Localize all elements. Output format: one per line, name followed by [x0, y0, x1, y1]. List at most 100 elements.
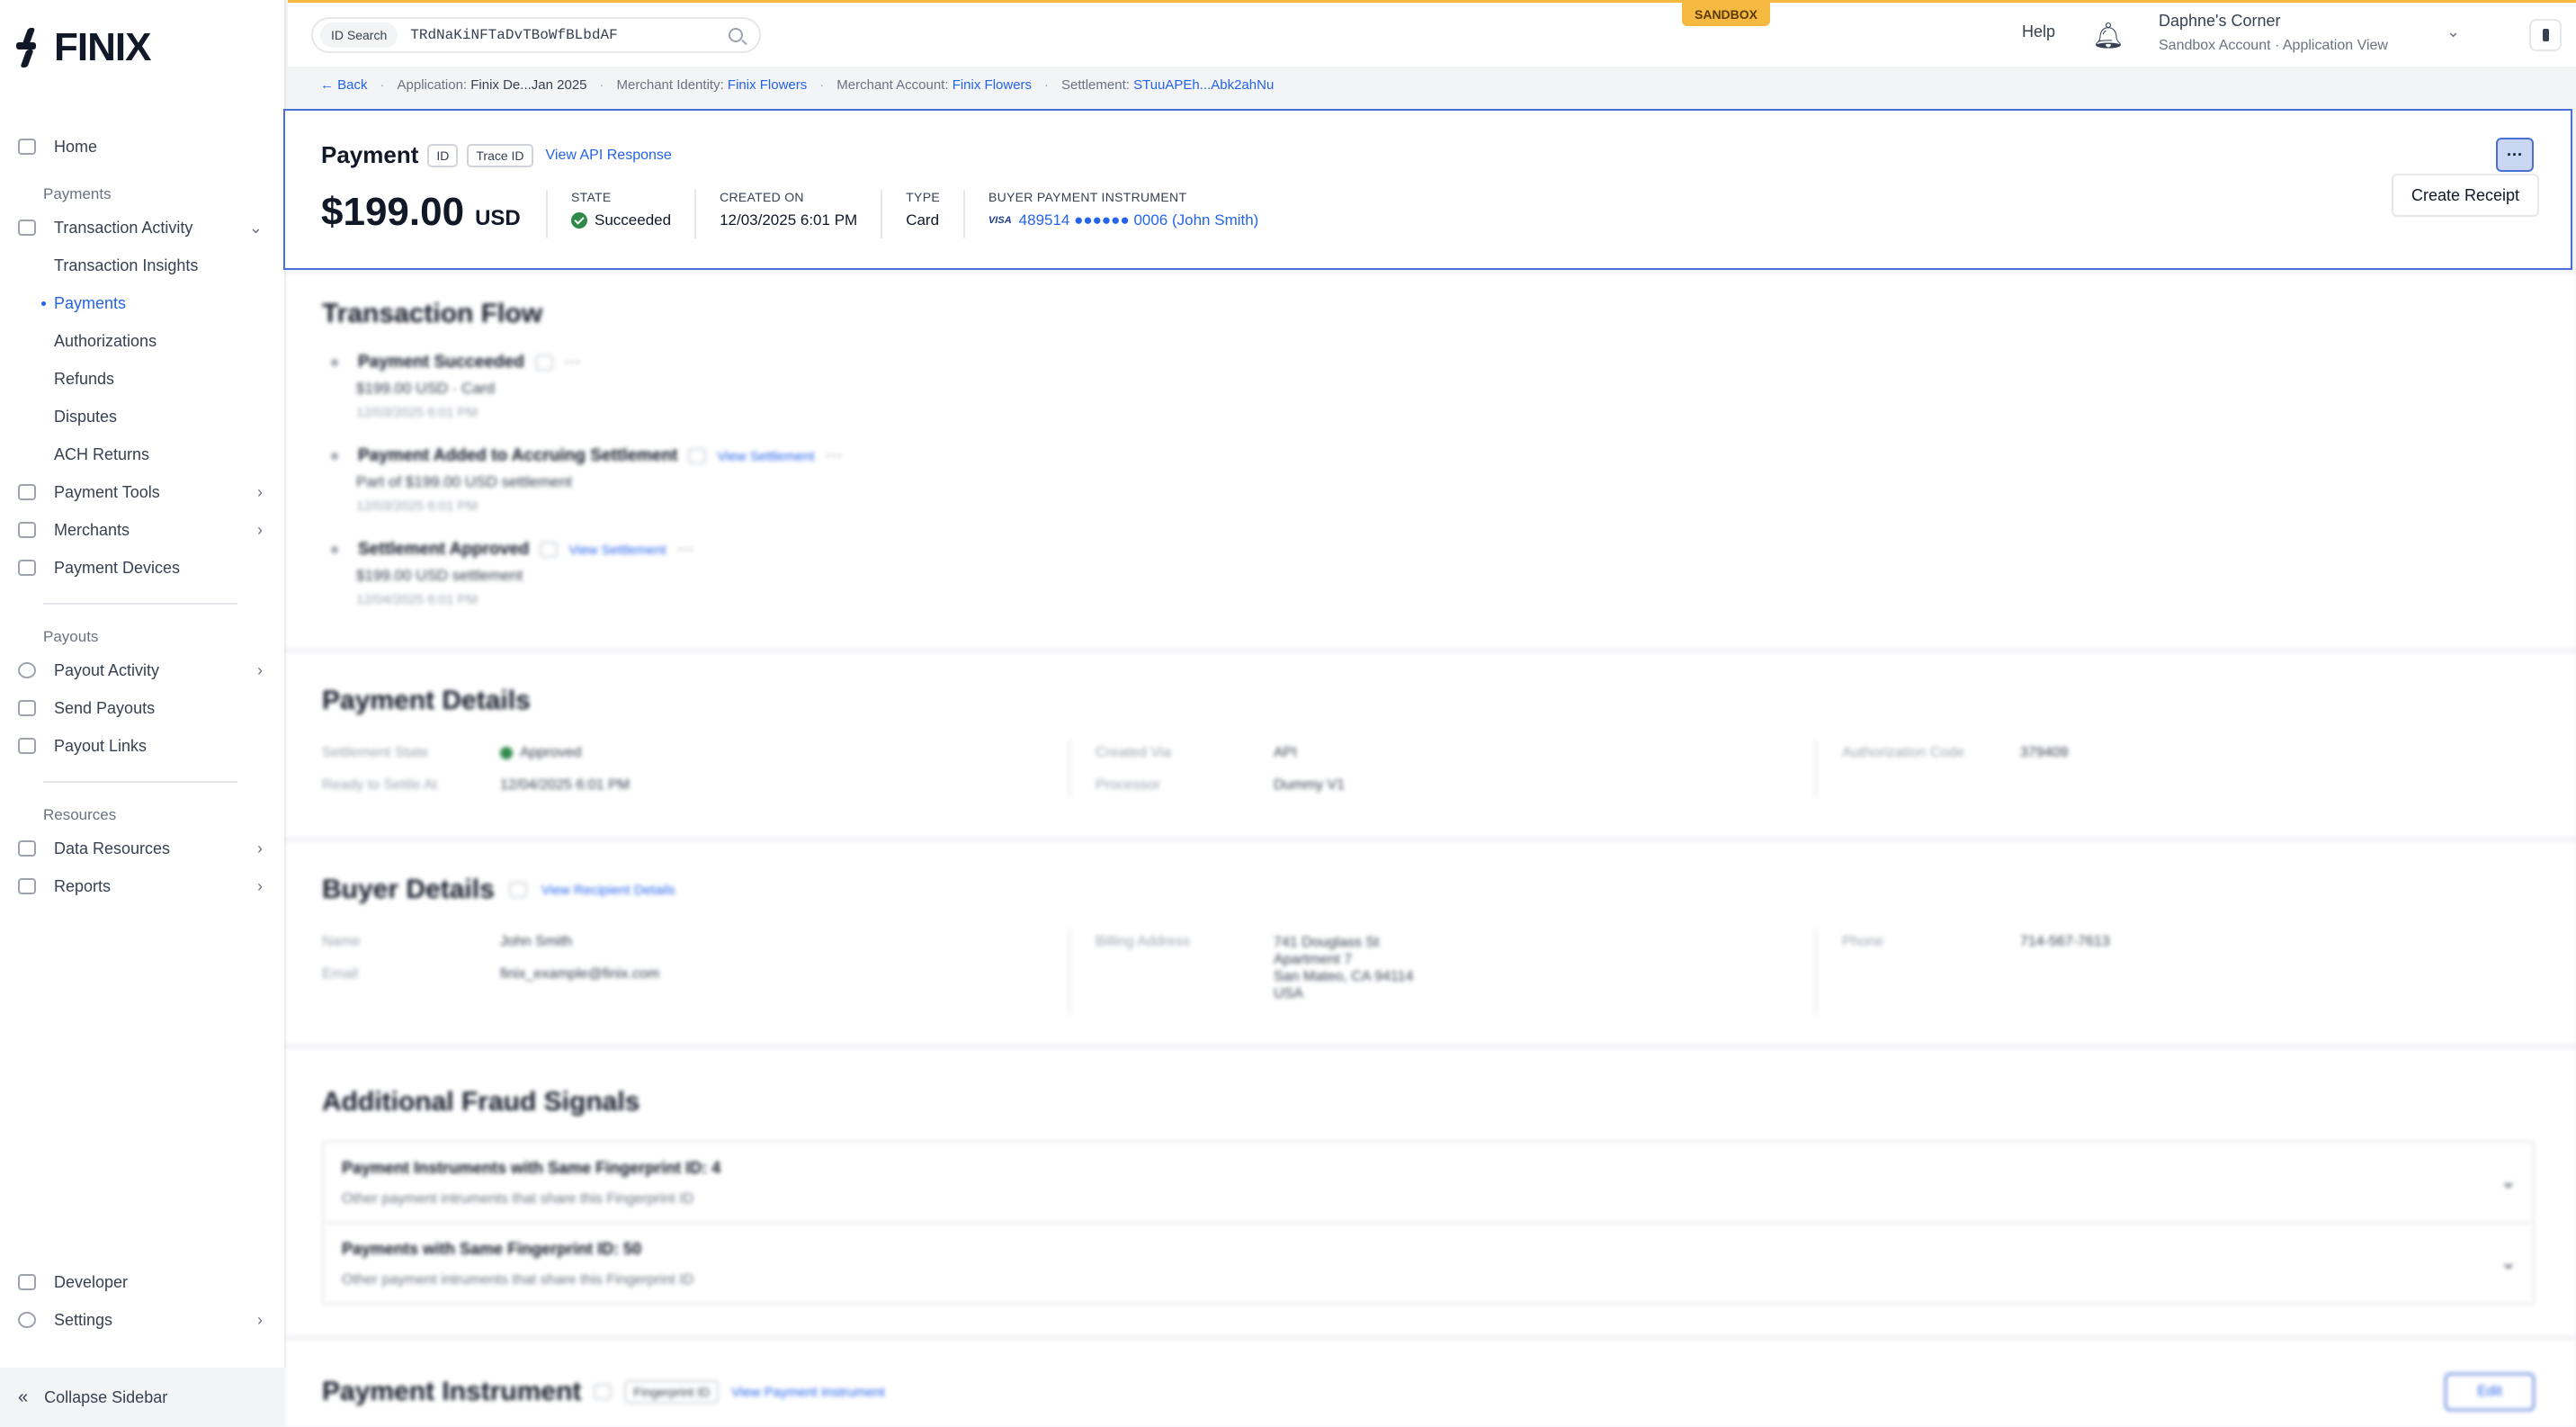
- created-on-value: 12/03/2025 6:01 PM: [720, 211, 858, 229]
- copy-icon[interactable]: [594, 1384, 613, 1400]
- payment-instrument-header: Payment Instrument Fingerprint ID View P…: [322, 1377, 885, 1407]
- search-type-tag[interactable]: ID Search: [320, 22, 398, 48]
- sandbox-badge: SANDBOX: [1682, 3, 1771, 26]
- account-switcher[interactable]: Daphne's Corner Sandbox Account · Applic…: [2159, 12, 2388, 54]
- transaction-flow-section: Transaction Flow Payment Succeeded ··· $…: [286, 274, 2576, 648]
- device-icon: [18, 560, 36, 576]
- created-on-label: CREATED ON: [720, 190, 804, 204]
- flow-step-time: 12/03/2025 6:01 PM: [356, 405, 479, 420]
- view-settlement-link[interactable]: View Settlement: [717, 449, 814, 464]
- copy-icon[interactable]: [688, 448, 707, 464]
- chevron-down-icon[interactable]: ⌄: [2500, 1251, 2517, 1274]
- type-label: TYPE: [906, 190, 940, 204]
- collapse-sidebar-button[interactable]: « Collapse Sidebar: [0, 1368, 286, 1427]
- breadcrumb-settlement[interactable]: Settlement: STuuAPEh...Abk2ahNu: [1061, 77, 1274, 93]
- search-icon[interactable]: [729, 28, 743, 42]
- payment-title-row: Payment ID Trace ID View API Response: [321, 141, 672, 169]
- flow-step-header: Payment Added to Accruing Settlement Vie…: [331, 446, 843, 466]
- state-label: STATE: [571, 190, 612, 204]
- sidebar-item-developer[interactable]: Developer: [0, 1263, 286, 1301]
- sidebar-item-disputes[interactable]: Disputes: [0, 398, 286, 435]
- sidebar-item-data-resources[interactable]: Data Resources ›: [0, 830, 286, 867]
- back-link[interactable]: ← Back: [320, 77, 368, 93]
- help-link[interactable]: Help: [2022, 22, 2055, 41]
- column-divider: [1069, 929, 1070, 1015]
- top-bar: SANDBOX ID Search Help 🔔︎ Daphne's Corne…: [288, 0, 2576, 67]
- payout-icon: [18, 662, 36, 678]
- view-api-response-link[interactable]: View API Response: [546, 148, 672, 164]
- sidebar-item-label: Payment Devices: [54, 558, 181, 577]
- sidebar-item-payments[interactable]: Payments: [0, 284, 286, 322]
- finix-logo[interactable]: FINIX: [13, 25, 151, 70]
- sidebar-item-label: Reports: [54, 876, 112, 895]
- more-icon[interactable]: ···: [826, 446, 843, 466]
- store-icon: [18, 522, 36, 538]
- flow-step: Payment Added to Accruing Settlement Vie…: [331, 446, 843, 514]
- breadcrumb-separator: ·: [819, 76, 825, 93]
- user-icon: [18, 840, 36, 857]
- flow-step-title: Payment Added to Accruing Settlement: [358, 446, 678, 465]
- more-icon[interactable]: ···: [677, 540, 694, 560]
- sidebar-item-payment-tools[interactable]: Payment Tools ›: [0, 473, 286, 511]
- fingerprint-id-chip[interactable]: Fingerprint ID: [624, 1380, 720, 1404]
- chevron-down-icon[interactable]: ⌄: [2446, 22, 2460, 41]
- view-payment-instrument-link[interactable]: View Payment Instrument: [731, 1385, 885, 1400]
- sidebar-item-label: Data Resources: [54, 839, 171, 857]
- link-icon: [18, 738, 36, 754]
- more-icon[interactable]: ···: [564, 353, 581, 372]
- payment-summary-fields: STATE Succeeded CREATED ON 12/03/2025 6:…: [546, 190, 1282, 238]
- panel-toggle-icon[interactable]: [2529, 19, 2562, 51]
- sidebar-item-transaction-insights[interactable]: Transaction Insights: [0, 247, 286, 284]
- sidebar-item-home[interactable]: Home: [0, 128, 286, 166]
- sidebar-item-send-payouts[interactable]: Send Payouts: [0, 689, 286, 727]
- user-context: Sandbox Account · Application View: [2159, 38, 2388, 53]
- sidebar-item-transaction-activity[interactable]: Transaction Activity ⌄: [0, 209, 286, 247]
- fraud-signal-accordion[interactable]: Payment Instruments with Same Fingerprin…: [322, 1141, 2535, 1224]
- flow-step-title: Settlement Approved: [358, 540, 530, 559]
- section-title: Payment Instrument: [322, 1377, 582, 1406]
- breadcrumb-merchant-identity[interactable]: Merchant Identity: Finix Flowers: [617, 77, 808, 93]
- sidebar-divider: [43, 603, 237, 605]
- more-actions-button[interactable]: ···: [2496, 138, 2534, 172]
- sidebar-item-label: Home: [54, 137, 98, 156]
- breadcrumb-application: Application: Finix De...Jan 2025: [397, 76, 587, 93]
- view-recipient-details-link[interactable]: View Recipient Details: [541, 883, 675, 898]
- flow-step-header: Settlement Approved View Settlement ···: [331, 540, 694, 560]
- copy-icon[interactable]: [534, 355, 553, 371]
- gear-icon: [18, 1312, 36, 1328]
- sidebar-item-settings[interactable]: Settings ›: [0, 1301, 286, 1339]
- sidebar-item-refunds[interactable]: Refunds: [0, 360, 286, 398]
- home-icon: [18, 139, 36, 155]
- fraud-signal-accordion[interactable]: Payments with Same Fingerprint ID: 50 Ot…: [322, 1222, 2535, 1305]
- flow-step: Settlement Approved View Settlement ··· …: [331, 540, 694, 607]
- sidebar-item-payout-links[interactable]: Payout Links: [0, 727, 286, 765]
- section-title: Additional Fraud Signals: [322, 1087, 640, 1117]
- column-divider: [1815, 740, 1817, 797]
- sidebar-item-ach-returns[interactable]: ACH Returns: [0, 435, 286, 473]
- buyer-instrument-link[interactable]: 489514 ●●●●●● 0006 (John Smith): [1019, 211, 1259, 229]
- create-receipt-button[interactable]: Create Receipt: [2392, 174, 2540, 217]
- sidebar: FINIX Home Payments Transaction Activity…: [0, 0, 286, 1427]
- search-input[interactable]: [410, 27, 717, 43]
- sidebar-item-payout-activity[interactable]: Payout Activity ›: [0, 651, 286, 689]
- breadcrumb-merchant-account[interactable]: Merchant Account: Finix Flowers: [836, 77, 1032, 93]
- edit-button[interactable]: Edit: [2445, 1373, 2535, 1411]
- sidebar-item-authorizations[interactable]: Authorizations: [0, 322, 286, 360]
- sidebar-item-merchants[interactable]: Merchants ›: [0, 511, 286, 549]
- view-settlement-link[interactable]: View Settlement: [568, 543, 666, 558]
- sidebar-item-payment-devices[interactable]: Payment Devices: [0, 549, 286, 587]
- sidebar-item-label: Payment Tools: [54, 482, 160, 501]
- sidebar-item-reports[interactable]: Reports ›: [0, 867, 286, 905]
- copy-trace-id-chip[interactable]: Trace ID: [467, 143, 533, 167]
- chevron-down-icon[interactable]: ⌄: [2500, 1170, 2517, 1193]
- visa-icon: VISA: [988, 215, 1012, 226]
- copy-icon[interactable]: [508, 882, 527, 898]
- copy-icon[interactable]: [540, 542, 559, 558]
- sidebar-item-label: Settings: [54, 1310, 113, 1329]
- flow-step-title: Payment Succeeded: [358, 353, 524, 372]
- id-search[interactable]: ID Search: [311, 17, 761, 53]
- section-title: Payment Details: [322, 686, 531, 715]
- user-name: Daphne's Corner: [2159, 12, 2281, 30]
- copy-id-chip[interactable]: ID: [427, 143, 459, 167]
- notification-bell-icon[interactable]: 🔔︎: [2092, 21, 2124, 50]
